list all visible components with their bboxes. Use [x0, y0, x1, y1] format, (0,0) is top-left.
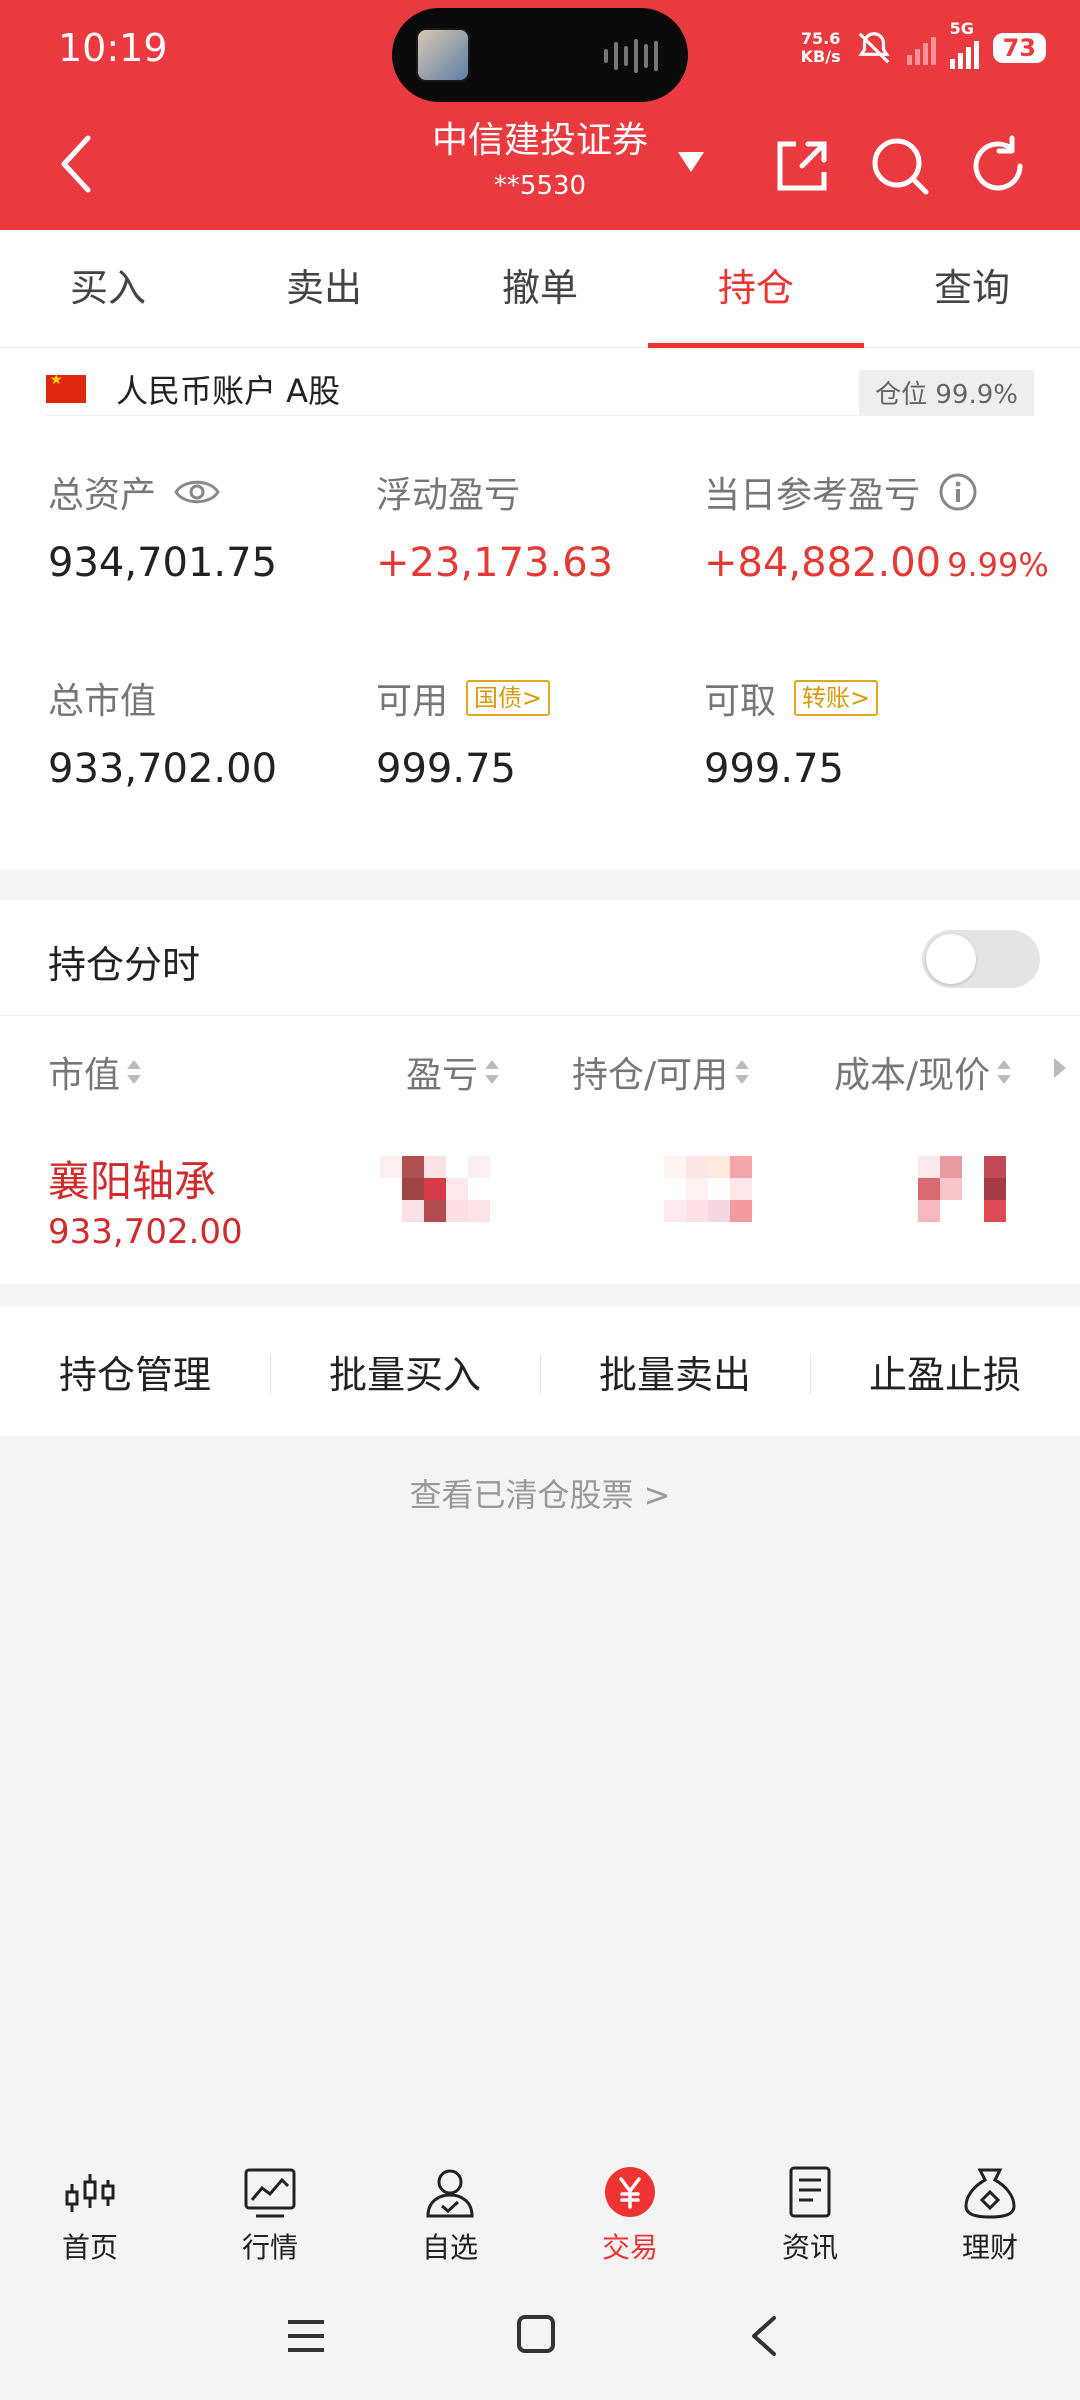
redacted-profit-mosaic [380, 1156, 512, 1222]
daily-pl-label: 当日参考盈亏 [704, 475, 921, 516]
treasury-bond-tag[interactable]: 国债> [466, 680, 551, 716]
position-actions-bar: 持仓管理 批量买入 批量卖出 止盈止损 [0, 1306, 1080, 1436]
chart-icon [244, 2168, 296, 2218]
account-label: 人民币账户 A股 [116, 371, 341, 410]
status-icons: 75.6 KB/s 5G 73 [800, 19, 1046, 72]
scroll-right-icon[interactable] [1054, 1058, 1066, 1078]
dynamic-island [392, 8, 688, 102]
available-stat: 可用 国债> 999.75 [376, 672, 551, 792]
caret-down-icon[interactable] [676, 150, 706, 174]
withdrawable-label: 可取 [704, 681, 777, 722]
floating-pl-label: 浮动盈亏 [376, 475, 521, 516]
net-speed: 75.6 KB/s [800, 29, 841, 66]
market-value-value: 933,702.00 [48, 746, 278, 792]
daily-pl-value: +84,882.00 [704, 540, 942, 586]
col-profit-loss[interactable]: 盈亏 [406, 1046, 500, 1098]
nav-news[interactable]: 资讯 [720, 2138, 900, 2268]
total-assets-stat: 总资产 934,701.75 [48, 466, 277, 586]
signal-sim1-icon [906, 31, 936, 65]
nav-trade[interactable]: 交易 [540, 2138, 720, 2268]
system-navigation-bar [0, 2280, 1080, 2400]
withdrawable-value: 999.75 [704, 746, 844, 792]
tab-query[interactable]: 查询 [864, 230, 1080, 347]
signal-5g-icon: 5G [949, 19, 979, 69]
holdings-table: 市值 盈亏 持仓/可用 成本/现价 襄阳轴承 933,702.00 [0, 1016, 1080, 1284]
col-cost-price[interactable]: 成本/现价 [834, 1046, 1012, 1098]
take-profit-stop-loss-button[interactable]: 止盈止损 [810, 1344, 1080, 1399]
available-label: 可用 [376, 681, 449, 722]
sort-icon [734, 1058, 750, 1086]
floating-pl-value: +23,173.63 [376, 540, 614, 586]
eye-icon[interactable] [174, 477, 220, 507]
tab-buy[interactable]: 买入 [0, 230, 216, 347]
sort-icon [484, 1058, 500, 1086]
nav-home[interactable]: 首页 [0, 2138, 180, 2268]
total-assets-label: 总资产 [48, 475, 157, 516]
manage-positions-button[interactable]: 持仓管理 [0, 1344, 270, 1399]
position-ratio-badge: 仓位 99.9% [859, 370, 1034, 415]
refresh-icon[interactable] [966, 134, 1030, 198]
back-icon[interactable] [54, 132, 98, 196]
redacted-cost-mosaic [918, 1156, 1050, 1222]
mute-bell-icon [857, 32, 890, 64]
audio-wave-icon [604, 38, 658, 74]
news-icon [789, 2166, 831, 2218]
col-market-value[interactable]: 市值 [48, 1046, 142, 1098]
position-timing-row: 持仓分时 [0, 900, 1080, 1016]
transfer-tag[interactable]: 转账> [794, 680, 879, 716]
info-icon[interactable] [938, 472, 978, 512]
batch-sell-button[interactable]: 批量卖出 [540, 1344, 810, 1399]
china-flag-icon [46, 372, 86, 403]
daily-pl-stat: 当日参考盈亏 +84,882.00 9.99% [704, 466, 1049, 586]
stock-name: 襄阳轴承 [48, 1157, 217, 1206]
position-timing-label: 持仓分时 [48, 943, 201, 987]
status-time: 10:19 [58, 26, 168, 70]
stock-market-value: 933,702.00 [48, 1212, 243, 1252]
battery-indicator: 73 [992, 33, 1046, 63]
col-position-available[interactable]: 持仓/可用 [572, 1046, 750, 1098]
share-icon[interactable] [770, 134, 834, 198]
broker-title[interactable]: 中信建投证券 **5530 [420, 118, 660, 204]
tab-cancel-order[interactable]: 撤单 [432, 230, 648, 347]
menu-icon[interactable] [286, 2316, 326, 2356]
view-cleared-stocks-link[interactable]: 查看已清仓股票 > [0, 1470, 1080, 1516]
bottom-nav: 首页 行情 自选 交易 资讯 理财 [0, 2138, 1080, 2268]
total-assets-value: 934,701.75 [48, 540, 278, 586]
broker-name: 中信建投证券 [431, 120, 648, 161]
home-square-icon[interactable] [516, 2314, 556, 2354]
toggle-knob [926, 934, 976, 984]
app-header: 10:19 75.6 KB/s 5G 73 中信建投证券 **5530 [0, 0, 1080, 230]
system-back-icon[interactable] [748, 2314, 780, 2358]
floating-pl-stat: 浮动盈亏 +23,173.63 [376, 466, 613, 586]
batch-buy-button[interactable]: 批量买入 [270, 1344, 540, 1399]
sort-icon [996, 1058, 1012, 1086]
market-value-label: 总市值 [48, 681, 157, 722]
nav-market[interactable]: 行情 [180, 2138, 360, 2268]
money-bag-icon [964, 2168, 1016, 2219]
search-icon[interactable] [868, 134, 932, 198]
position-timing-toggle[interactable] [922, 930, 1040, 988]
withdrawable-stat: 可取 转账> 999.75 [704, 672, 879, 792]
account-row: 人民币账户 A股 仓位 99.9% [46, 362, 1034, 416]
nav-wealth[interactable]: 理财 [900, 2138, 1080, 2268]
daily-pl-percent: 9.99% [947, 546, 1049, 584]
redacted-position-mosaic [664, 1156, 796, 1222]
account-summary: 人民币账户 A股 仓位 99.9% 总资产 934,701.75 浮动盈亏 +2… [0, 348, 1080, 870]
tab-sell[interactable]: 卖出 [216, 230, 432, 347]
available-value: 999.75 [376, 746, 516, 792]
yuan-icon [605, 2167, 655, 2217]
market-value-stat: 总市值 933,702.00 [48, 672, 277, 792]
nav-watchlist[interactable]: 自选 [360, 2138, 540, 2268]
account-number: **5530 [493, 171, 587, 201]
media-app-icon [416, 28, 470, 82]
trade-tabs: 买入 卖出 撤单 持仓 查询 [0, 230, 1080, 348]
tab-positions[interactable]: 持仓 [648, 230, 864, 348]
candlestick-icon [65, 2174, 115, 2212]
sort-icon [126, 1058, 142, 1086]
user-check-icon [426, 2169, 474, 2218]
